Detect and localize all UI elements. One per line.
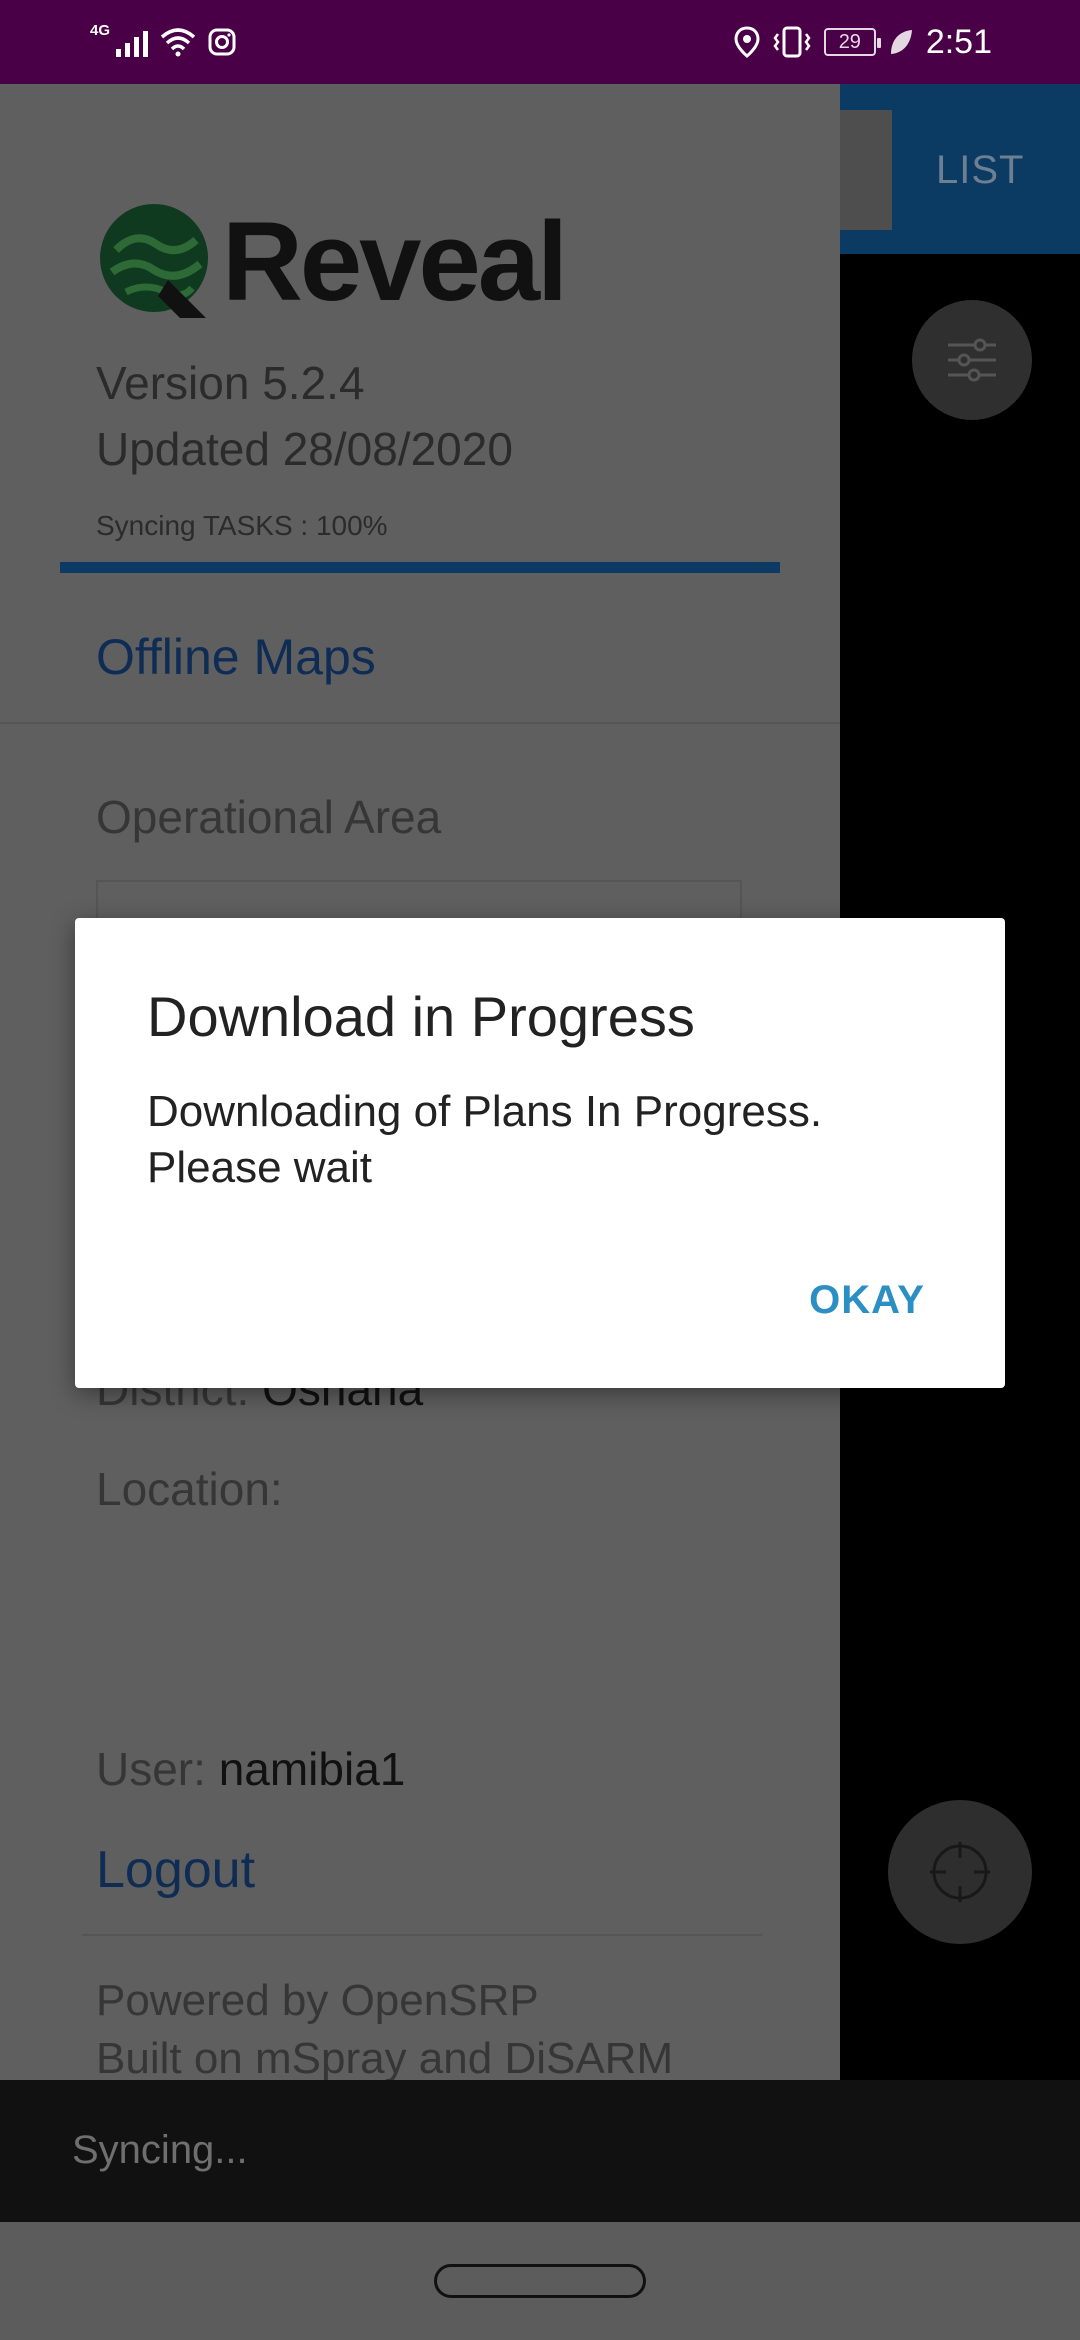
status-bar: 4G 29 2:51	[0, 0, 1080, 84]
dialog-title: Download in Progress	[147, 985, 695, 1048]
snackbar: Syncing...	[0, 2080, 1080, 2222]
clock: 2:51	[925, 22, 992, 61]
app-version: Version 5.2.4	[96, 357, 365, 409]
credits: Powered by OpenSRP Built on mSpray and D…	[96, 1972, 673, 2088]
system-nav-bar	[0, 2222, 1080, 2340]
offline-maps-link[interactable]: Offline Maps	[96, 628, 376, 686]
wifi-icon	[160, 28, 196, 57]
home-gesture-pill[interactable]	[434, 2264, 646, 2298]
list-view-button[interactable]: LIST	[936, 148, 1024, 193]
user-label: User:	[96, 1743, 219, 1795]
user-value: namibia1	[218, 1743, 406, 1795]
divider	[82, 1934, 762, 1936]
filter-icon	[948, 338, 996, 382]
download-progress-dialog: Download in Progress Downloading of Plan…	[75, 918, 1005, 1388]
filter-button[interactable]	[912, 300, 1032, 420]
snackbar-text: Syncing...	[72, 2128, 248, 2172]
location-pin-icon	[734, 26, 760, 58]
sync-status: Syncing TASKS : 100%	[96, 510, 388, 541]
my-location-button[interactable]	[888, 1800, 1032, 1944]
divider	[0, 722, 840, 724]
logout-link[interactable]: Logout	[96, 1840, 255, 1900]
logo-text: Reveal	[222, 199, 568, 324]
signal-icon	[116, 27, 149, 57]
app-logo: Reveal	[96, 200, 596, 330]
battery-level: 29	[838, 30, 861, 53]
battery-icon: 29	[823, 28, 881, 56]
updated-date: Updated 28/08/2020	[96, 423, 513, 475]
sync-progress-fill	[60, 562, 780, 573]
my-location-icon	[930, 1842, 990, 1902]
powered-by-text: Powered by OpenSRP	[96, 1976, 539, 2025]
user-row: User: namibia1	[96, 1742, 405, 1796]
vibrate-icon	[773, 26, 811, 58]
leaf-icon	[890, 30, 912, 54]
dialog-message: Downloading of Plans In Progress. Please…	[147, 1087, 823, 1192]
operational-area-label: Operational Area	[96, 791, 442, 843]
reveal-logo-icon	[100, 204, 208, 318]
instagram-icon	[208, 28, 236, 56]
location-label: Location:	[96, 1463, 283, 1515]
sync-progress-bar	[60, 562, 780, 573]
status-left: 4G	[90, 18, 236, 66]
okay-button[interactable]: OKAY	[809, 1278, 925, 1323]
network-type: 4G	[90, 21, 111, 39]
status-right: 29 2:51	[734, 18, 992, 66]
